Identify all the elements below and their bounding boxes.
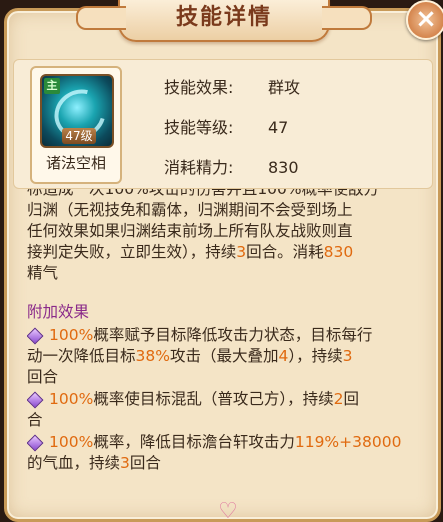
skill-detail-panel: 主 47级 诸法空相 技能效果: 群攻 技能等级: 47 消耗精力: 830 标造成一… bbox=[4, 8, 441, 522]
effect-label: 技能效果: bbox=[164, 78, 234, 97]
diamond-gem-icon bbox=[27, 327, 44, 345]
extra-effect-item: 100%概率，降低目标澹台轩攻击力119%+38000 的气血，持续3回合 bbox=[27, 432, 423, 474]
effect-text: 回 bbox=[343, 390, 359, 408]
effect-highlight: 100% bbox=[49, 433, 94, 451]
description-line: 接判定失败，立即生效），持续3回合。消耗830 bbox=[27, 242, 423, 263]
title-banner: 技能详情 bbox=[76, 0, 372, 42]
cost-label: 消耗精力: bbox=[164, 158, 234, 177]
effect-text: 的气血，持续 bbox=[27, 454, 121, 472]
heart-ornament-icon: ♡ bbox=[218, 499, 238, 522]
effect-continued: 的气血，持续3回合 bbox=[27, 453, 423, 474]
extra-effect-item: 100%概率使目标混乱（普攻己方），持续2回 合 bbox=[27, 389, 423, 431]
description-line: 标造成一次100%攻击的伤害并且100%概率使敌方 bbox=[27, 189, 380, 198]
skill-name: 诸法空相 bbox=[45, 154, 106, 172]
level-label: 技能等级: bbox=[164, 118, 234, 137]
effect-highlight: 2 bbox=[333, 390, 344, 408]
extra-effects-title: 附加效果 bbox=[27, 303, 90, 321]
level-value: 47 bbox=[268, 118, 289, 137]
effect-highlight: 4 bbox=[278, 347, 289, 365]
skill-card: 主 47级 诸法空相 bbox=[30, 66, 122, 184]
effect-highlight: 119%+38000 bbox=[294, 433, 402, 451]
effect-text: 动一次降低目标 bbox=[27, 347, 136, 365]
description-text-segment: 回合。消耗 bbox=[246, 243, 324, 261]
skill-icon: 主 47级 bbox=[40, 74, 114, 148]
description-line: 归渊（无视技免和霸体，归渊期间不会受到场上 bbox=[27, 201, 353, 219]
info-row-effect: 技能效果: 群攻 bbox=[164, 74, 300, 98]
cost-value: 830 bbox=[268, 158, 299, 177]
effect-text: ），持续 bbox=[288, 347, 343, 365]
main-skill-tag: 主 bbox=[44, 78, 60, 94]
effect-highlight: 100% bbox=[49, 326, 94, 344]
info-row-level: 技能等级: 47 bbox=[164, 114, 288, 138]
skill-level-badge: 47级 bbox=[62, 128, 96, 144]
effect-continued: 动一次降低目标38%攻击（最大叠加4），持续3 bbox=[27, 346, 423, 367]
effect-text: 回合 bbox=[129, 454, 161, 472]
extra-effect-item: 100%概率赋予目标降低攻击力状态，目标每行 动一次降低目标38%攻击（最大叠加… bbox=[27, 325, 423, 388]
effect-text: 合 bbox=[27, 411, 43, 429]
skill-description-scroll[interactable]: 标造成一次100%攻击的伤害并且100%概率使敌方 归渊（无视技免和霸体，归渊期… bbox=[27, 189, 423, 507]
effect-highlight: 3 bbox=[120, 454, 130, 472]
diamond-gem-icon bbox=[27, 391, 44, 409]
effect-text: 概率赋予目标降低攻击力状态，目标每行 bbox=[93, 326, 373, 344]
effect-text: 概率使目标混乱（普攻己方），持续 bbox=[93, 390, 334, 408]
description-text: 标造成一次100%攻击的伤害并且100%概率使敌方 归渊（无视技免和霸体，归渊期… bbox=[27, 189, 423, 284]
effect-highlight: 38% bbox=[135, 347, 170, 365]
effect-text: 概率，降低目标澹台轩攻击力 bbox=[93, 433, 295, 451]
page-title: 技能详情 bbox=[175, 5, 272, 30]
close-icon[interactable]: × bbox=[406, 0, 443, 40]
description-text-segment: 接判定失败，立即生效），持续 bbox=[27, 243, 237, 261]
description-line: 任何效果如果归渊结束前场上所有队友战败则直 bbox=[27, 222, 353, 240]
effect-value: 群攻 bbox=[268, 78, 301, 97]
effect-text: 回合 bbox=[27, 368, 59, 386]
effect-text: 攻击（最大叠加 bbox=[169, 347, 279, 365]
diamond-gem-icon bbox=[27, 434, 44, 452]
info-row-cost: 消耗精力: 830 bbox=[164, 154, 299, 178]
description-line: 精气 bbox=[27, 264, 59, 282]
skill-header: 主 47级 诸法空相 技能效果: 群攻 技能等级: 47 消耗精力: 830 bbox=[13, 59, 433, 189]
energy-cost-value: 830 bbox=[323, 243, 354, 261]
effect-highlight: 3 bbox=[342, 347, 353, 365]
duration-value: 3 bbox=[236, 243, 247, 261]
effect-highlight: 100% bbox=[49, 390, 94, 408]
